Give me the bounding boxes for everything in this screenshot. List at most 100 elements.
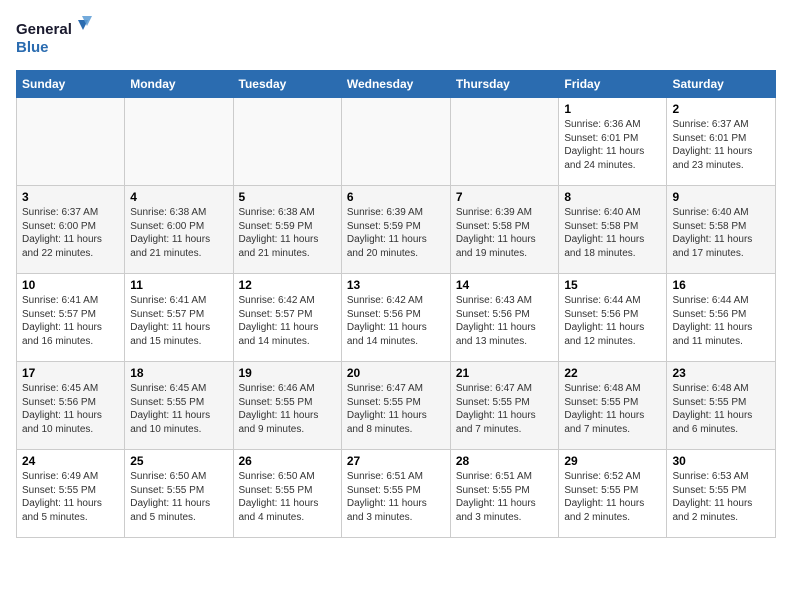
day-info: Sunrise: 6:37 AMSunset: 6:00 PMDaylight:… — [22, 206, 119, 260]
empty-cell — [233, 98, 341, 186]
day-cell-16: 16Sunrise: 6:44 AMSunset: 5:56 PMDayligh… — [667, 274, 776, 362]
day-number: 12 — [239, 278, 336, 292]
day-info: Sunrise: 6:38 AMSunset: 5:59 PMDaylight:… — [239, 206, 336, 260]
day-number: 25 — [130, 454, 227, 468]
day-cell-11: 11 Sunrise: 6:41 AMSunset: 5:57 PMDayligh… — [125, 274, 233, 362]
day-cell-22: 22 Sunrise: 6:48 AMSunset: 5:55 PMDayligh… — [559, 362, 667, 450]
day-cell-8: 8 Sunrise: 6:40 AMSunset: 5:58 PMDaylight… — [559, 186, 667, 274]
day-cell-12: 12 Sunrise: 6:42 AMSunset: 5:57 PMDayligh… — [233, 274, 341, 362]
day-number: 8 — [564, 190, 661, 204]
day-cell-24: 24 Sunrise: 6:49 AMSunset: 5:55 PMDayligh… — [17, 450, 125, 538]
empty-cell — [125, 98, 233, 186]
day-number: 27 — [347, 454, 445, 468]
day-number: 7 — [456, 190, 554, 204]
svg-text:Blue: Blue — [16, 39, 49, 56]
header-monday: Monday — [125, 71, 233, 98]
day-number: 23 — [672, 366, 770, 380]
week-row-3: 10 Sunrise: 6:41 AMSunset: 5:57 PMDayligh… — [17, 274, 776, 362]
day-cell-3: 3 Sunrise: 6:37 AMSunset: 6:00 PMDaylight… — [17, 186, 125, 274]
day-number: 30 — [672, 454, 770, 468]
day-info: Sunrise: 6:42 AMSunset: 5:56 PMDaylight:… — [347, 294, 445, 348]
day-cell-20: 20Sunrise: 6:47 AMSunset: 5:55 PMDayligh… — [341, 362, 450, 450]
day-number: 29 — [564, 454, 661, 468]
day-cell-25: 25 Sunrise: 6:50 AMSunset: 5:55 PMDayligh… — [125, 450, 233, 538]
day-cell-27: 27 Sunrise: 6:51 AMSunset: 5:55 PMDayligh… — [341, 450, 450, 538]
week-row-4: 17 Sunrise: 6:45 AMSunset: 5:56 PMDayligh… — [17, 362, 776, 450]
day-info: Sunrise: 6:36 AMSunset: 6:01 PMDaylight:… — [564, 118, 661, 172]
day-number: 9 — [672, 190, 770, 204]
day-cell-23: 23 Sunrise: 6:48 AMSunset: 5:55 PMDayligh… — [667, 362, 776, 450]
header-friday: Friday — [559, 71, 667, 98]
week-row-2: 3 Sunrise: 6:37 AMSunset: 6:00 PMDaylight… — [17, 186, 776, 274]
day-info: Sunrise: 6:46 AMSunset: 5:55 PMDaylight:… — [239, 382, 336, 436]
day-info: Sunrise: 6:45 AMSunset: 5:56 PMDaylight:… — [22, 382, 119, 436]
day-info: Sunrise: 6:41 AMSunset: 5:57 PMDaylight:… — [130, 294, 227, 348]
day-cell-9: 9 Sunrise: 6:40 AMSunset: 5:58 PMDaylight… — [667, 186, 776, 274]
day-info: Sunrise: 6:38 AMSunset: 6:00 PMDaylight:… — [130, 206, 227, 260]
day-info: Sunrise: 6:51 AMSunset: 5:55 PMDaylight:… — [456, 470, 554, 524]
day-info: Sunrise: 6:50 AMSunset: 5:55 PMDaylight:… — [239, 470, 336, 524]
header-sunday: Sunday — [17, 71, 125, 98]
day-info: Sunrise: 6:43 AMSunset: 5:56 PMDaylight:… — [456, 294, 554, 348]
day-number: 3 — [22, 190, 119, 204]
day-cell-1: 1 Sunrise: 6:36 AMSunset: 6:01 PMDaylight… — [559, 98, 667, 186]
day-number: 5 — [239, 190, 336, 204]
day-info: Sunrise: 6:49 AMSunset: 5:55 PMDaylight:… — [22, 470, 119, 524]
day-number: 26 — [239, 454, 336, 468]
day-cell-14: 14Sunrise: 6:43 AMSunset: 5:56 PMDayligh… — [450, 274, 559, 362]
day-info: Sunrise: 6:45 AMSunset: 5:55 PMDaylight:… — [130, 382, 227, 436]
day-cell-4: 4 Sunrise: 6:38 AMSunset: 6:00 PMDaylight… — [125, 186, 233, 274]
day-info: Sunrise: 6:39 AMSunset: 5:59 PMDaylight:… — [347, 206, 445, 260]
day-number: 15 — [564, 278, 661, 292]
day-number: 17 — [22, 366, 119, 380]
day-info: Sunrise: 6:44 AMSunset: 5:56 PMDaylight:… — [564, 294, 661, 348]
logo-svg: GeneralBlue — [16, 16, 96, 60]
week-row-1: 1 Sunrise: 6:36 AMSunset: 6:01 PMDaylight… — [17, 98, 776, 186]
day-info: Sunrise: 6:48 AMSunset: 5:55 PMDaylight:… — [564, 382, 661, 436]
day-cell-19: 19 Sunrise: 6:46 AMSunset: 5:55 PMDayligh… — [233, 362, 341, 450]
day-cell-29: 29 Sunrise: 6:52 AMSunset: 5:55 PMDayligh… — [559, 450, 667, 538]
day-number: 10 — [22, 278, 119, 292]
day-cell-30: 30 Sunrise: 6:53 AMSunset: 5:55 PMDayligh… — [667, 450, 776, 538]
day-cell-10: 10 Sunrise: 6:41 AMSunset: 5:57 PMDayligh… — [17, 274, 125, 362]
day-number: 22 — [564, 366, 661, 380]
day-info: Sunrise: 6:40 AMSunset: 5:58 PMDaylight:… — [564, 206, 661, 260]
day-cell-6: 6Sunrise: 6:39 AMSunset: 5:59 PMDaylight… — [341, 186, 450, 274]
svg-text:General: General — [16, 21, 72, 38]
day-info: Sunrise: 6:37 AMSunset: 6:01 PMDaylight:… — [672, 118, 770, 172]
day-cell-15: 15 Sunrise: 6:44 AMSunset: 5:56 PMDayligh… — [559, 274, 667, 362]
day-number: 18 — [130, 366, 227, 380]
day-info: Sunrise: 6:50 AMSunset: 5:55 PMDaylight:… — [130, 470, 227, 524]
day-cell-28: 28 Sunrise: 6:51 AMSunset: 5:55 PMDayligh… — [450, 450, 559, 538]
day-number: 19 — [239, 366, 336, 380]
day-number: 1 — [564, 102, 661, 116]
empty-cell — [341, 98, 450, 186]
day-number: 4 — [130, 190, 227, 204]
calendar-header-row: SundayMondayTuesdayWednesdayThursdayFrid… — [17, 71, 776, 98]
day-number: 2 — [672, 102, 770, 116]
day-cell-5: 5 Sunrise: 6:38 AMSunset: 5:59 PMDaylight… — [233, 186, 341, 274]
day-cell-21: 21Sunrise: 6:47 AMSunset: 5:55 PMDayligh… — [450, 362, 559, 450]
day-number: 28 — [456, 454, 554, 468]
day-info: Sunrise: 6:51 AMSunset: 5:55 PMDaylight:… — [347, 470, 445, 524]
day-cell-7: 7 Sunrise: 6:39 AMSunset: 5:58 PMDaylight… — [450, 186, 559, 274]
empty-cell — [450, 98, 559, 186]
day-cell-17: 17 Sunrise: 6:45 AMSunset: 5:56 PMDayligh… — [17, 362, 125, 450]
day-info: Sunrise: 6:47 AMSunset: 5:55 PMDaylight:… — [456, 382, 554, 436]
header-tuesday: Tuesday — [233, 71, 341, 98]
day-info: Sunrise: 6:53 AMSunset: 5:55 PMDaylight:… — [672, 470, 770, 524]
day-number: 11 — [130, 278, 227, 292]
day-info: Sunrise: 6:39 AMSunset: 5:58 PMDaylight:… — [456, 206, 554, 260]
day-number: 24 — [22, 454, 119, 468]
header-wednesday: Wednesday — [341, 71, 450, 98]
day-info: Sunrise: 6:47 AMSunset: 5:55 PMDaylight:… — [347, 382, 445, 436]
header-saturday: Saturday — [667, 71, 776, 98]
week-row-5: 24 Sunrise: 6:49 AMSunset: 5:55 PMDayligh… — [17, 450, 776, 538]
day-number: 16 — [672, 278, 770, 292]
day-info: Sunrise: 6:48 AMSunset: 5:55 PMDaylight:… — [672, 382, 770, 436]
day-info: Sunrise: 6:40 AMSunset: 5:58 PMDaylight:… — [672, 206, 770, 260]
day-cell-13: 13Sunrise: 6:42 AMSunset: 5:56 PMDayligh… — [341, 274, 450, 362]
day-info: Sunrise: 6:41 AMSunset: 5:57 PMDaylight:… — [22, 294, 119, 348]
day-info: Sunrise: 6:52 AMSunset: 5:55 PMDaylight:… — [564, 470, 661, 524]
day-info: Sunrise: 6:42 AMSunset: 5:57 PMDaylight:… — [239, 294, 336, 348]
